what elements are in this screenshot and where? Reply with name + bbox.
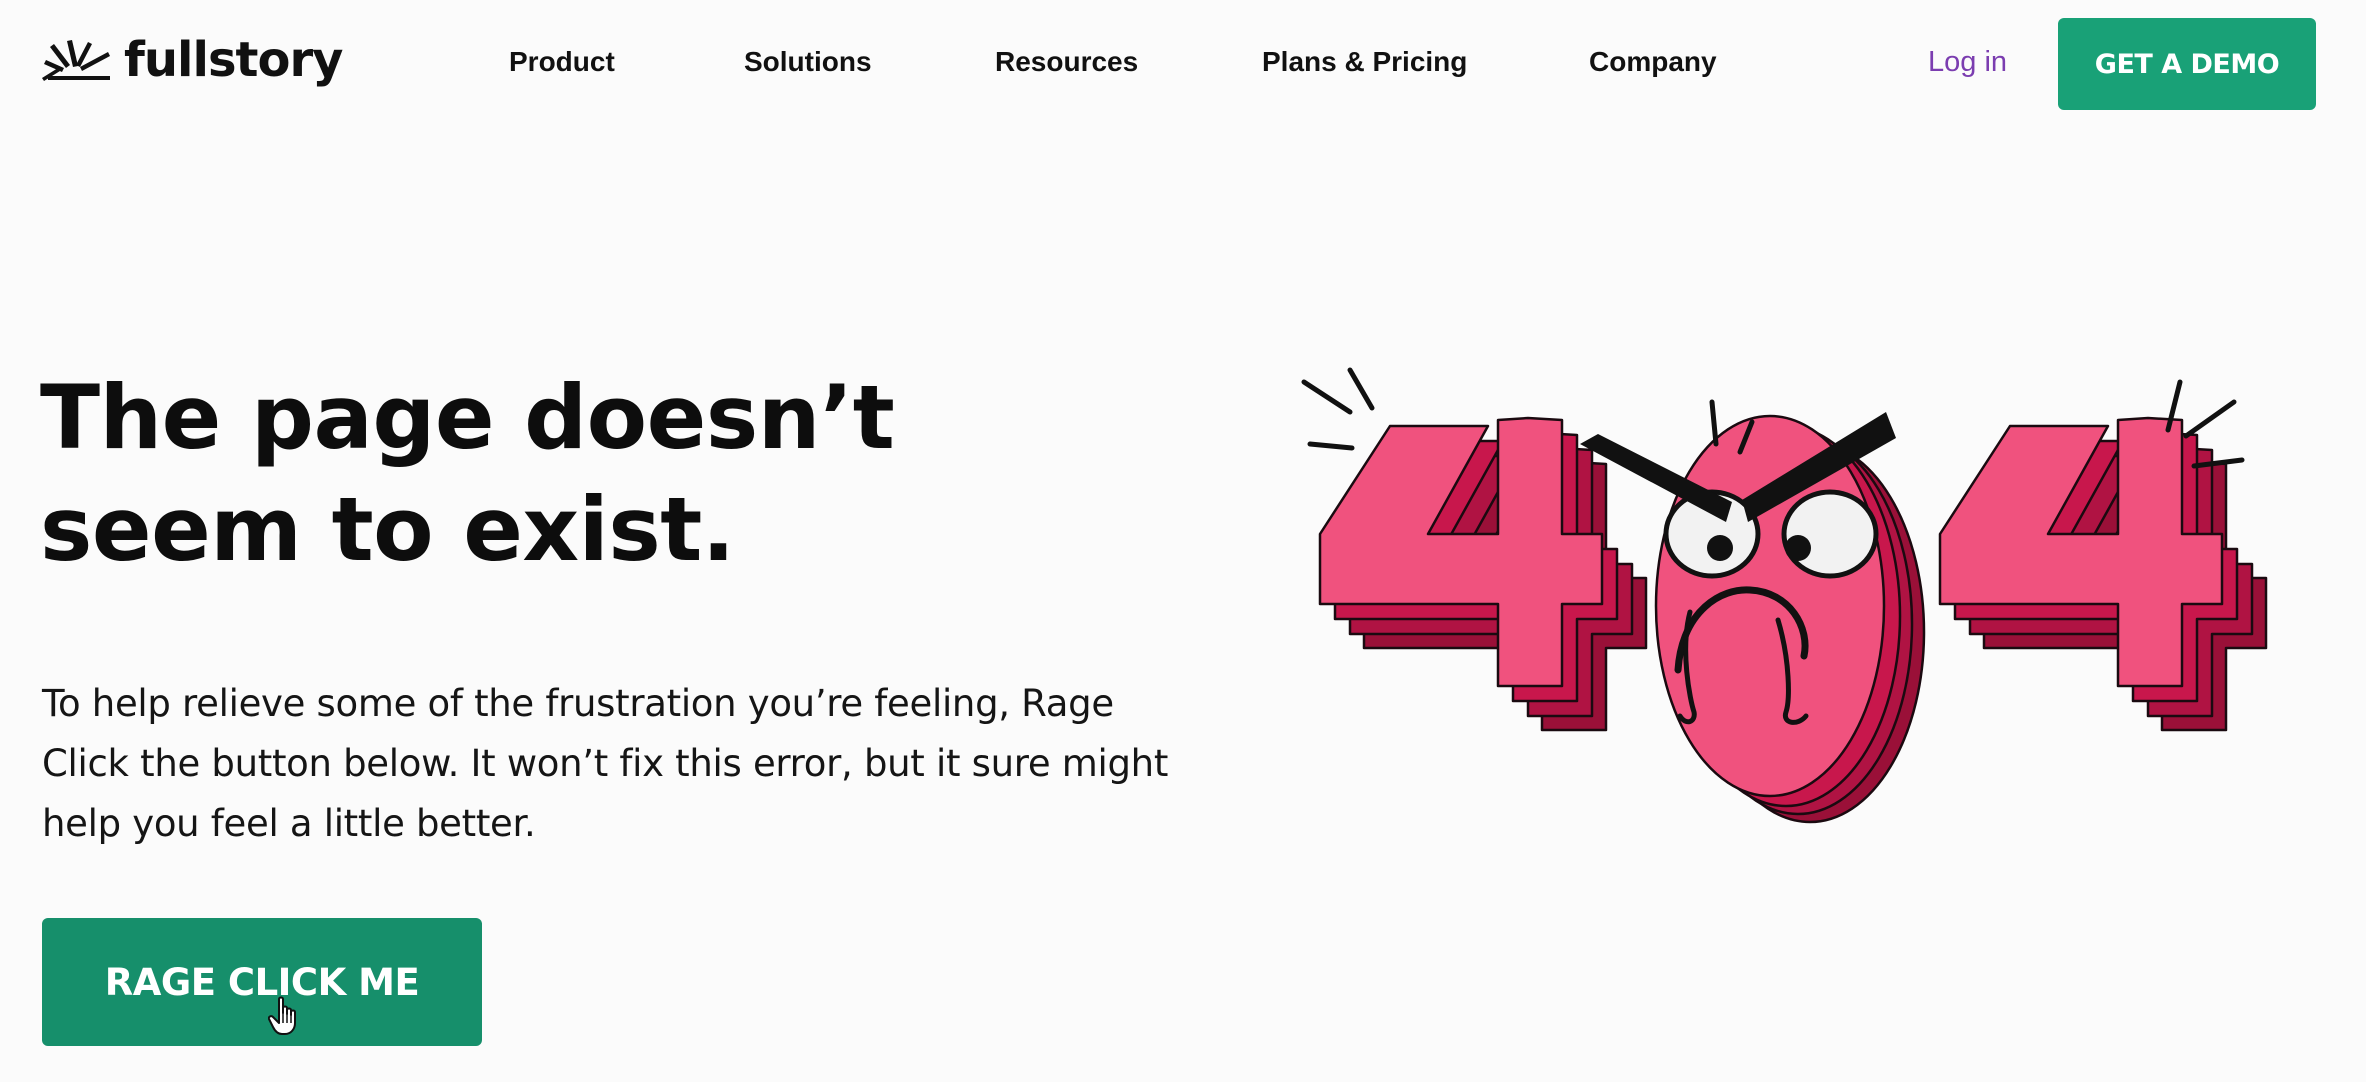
- fullstory-burst-icon: [42, 40, 110, 81]
- site-header: fullstory Product Solutions Resources Pl…: [0, 0, 2366, 128]
- nav-item-product[interactable]: Product: [509, 44, 615, 80]
- nav-item-plans-pricing[interactable]: Plans & Pricing: [1262, 44, 1467, 80]
- error-page: fullstory Product Solutions Resources Pl…: [0, 0, 2366, 1082]
- page-title: The page doesn’t seem to exist.: [40, 366, 895, 581]
- login-link[interactable]: Log in: [1928, 44, 2007, 80]
- error-message: To help relieve some of the frustration …: [42, 682, 1169, 845]
- brand-name: fullstory: [124, 32, 343, 88]
- nav-item-solutions[interactable]: Solutions: [744, 44, 872, 80]
- angry-404-illustration: [1301, 367, 2268, 824]
- rage-click-button[interactable]: RAGE CLICK ME: [42, 918, 482, 1046]
- hand-cursor-icon: [268, 996, 296, 1035]
- logo-link[interactable]: fullstory: [40, 30, 343, 90]
- nav-item-company[interactable]: Company: [1589, 44, 1717, 80]
- get-a-demo-button[interactable]: GET A DEMO: [2058, 18, 2316, 110]
- nav-item-resources[interactable]: Resources: [995, 44, 1138, 80]
